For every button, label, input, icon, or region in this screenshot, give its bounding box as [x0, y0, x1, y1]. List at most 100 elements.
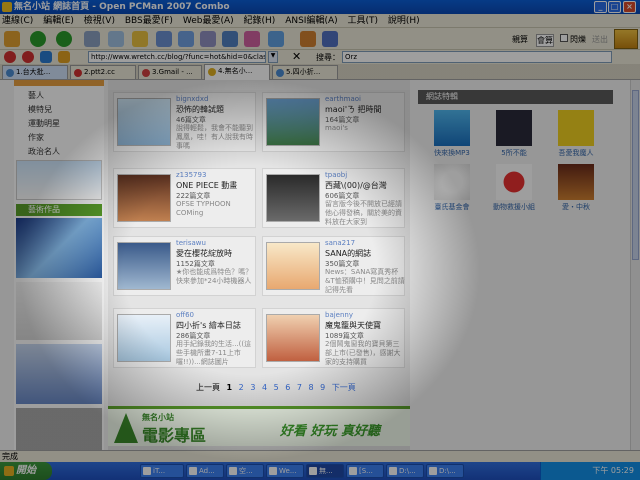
page-link[interactable]: 4	[262, 383, 267, 392]
blog-thumbnail[interactable]	[117, 242, 171, 290]
featured-label[interactable]: 臺氏基金會	[422, 202, 482, 212]
blink-checkbox[interactable]	[560, 34, 568, 42]
category-link[interactable]: 作家	[28, 132, 44, 143]
favorites-icon[interactable]	[222, 31, 238, 47]
back-icon[interactable]	[30, 31, 46, 47]
tool-icon[interactable]	[322, 31, 338, 47]
featured-label[interactable]: 5所不能	[484, 148, 544, 158]
screen-icon[interactable]	[200, 31, 216, 47]
art-thumbnail-4[interactable]	[16, 408, 102, 450]
featured-item[interactable]: 吾愛我魔人	[546, 110, 606, 158]
vertical-scrollbar[interactable]	[630, 80, 640, 450]
featured-label[interactable]: 愛・中秋	[546, 202, 606, 212]
taskbar-item[interactable]: 無...	[306, 464, 344, 478]
blog-title[interactable]: maoi'ㄋ 把時間	[325, 104, 382, 115]
blog-thumbnail[interactable]	[266, 242, 320, 290]
menu-tools[interactable]: 工具(T)	[348, 16, 379, 26]
scrollbar-thumb[interactable]	[632, 90, 639, 260]
featured-item[interactable]: 5所不能	[484, 110, 544, 158]
category-link[interactable]: 模特兒	[28, 104, 52, 115]
page-link[interactable]: 2	[239, 383, 244, 392]
close-url-icon[interactable]: ✕	[292, 50, 301, 63]
settings-icon[interactable]	[268, 31, 284, 47]
connect-icon[interactable]	[4, 31, 20, 47]
featured-label[interactable]: 快來換MP3	[422, 148, 482, 158]
url-dropdown-icon[interactable]: ▼	[268, 51, 278, 63]
page-link[interactable]: 6	[285, 383, 290, 392]
page-link[interactable]: 9	[320, 383, 325, 392]
blog-card[interactable]: sana217 SANA的網誌 350篇文章 News：SANA寫真秀杯&T恤預…	[262, 236, 405, 296]
blog-user[interactable]: terisawu	[176, 239, 206, 247]
menu-connect[interactable]: 連線(C)	[2, 16, 33, 26]
art-banner-image[interactable]	[16, 160, 102, 200]
menu-edit[interactable]: 編輯(E)	[43, 16, 74, 26]
blog-thumbnail[interactable]	[117, 174, 171, 222]
category-link[interactable]: 運動明星	[28, 118, 60, 129]
next-page-link[interactable]: 下一頁	[332, 383, 356, 392]
featured-item[interactable]: 快來換MP3	[422, 110, 482, 158]
blog-thumbnail[interactable]	[266, 174, 320, 222]
blog-thumbnail[interactable]	[266, 98, 320, 146]
forward-icon[interactable]	[56, 31, 72, 47]
page-link[interactable]: 5	[274, 383, 279, 392]
taskbar-item[interactable]: Ad...	[186, 464, 224, 478]
art-thumbnail-1[interactable]	[16, 218, 102, 278]
blog-card[interactable]: earthmaoi maoi'ㄋ 把時間 164篇文章 maoi's	[262, 92, 405, 152]
blog-title[interactable]: 四小折's 繪本日誌	[176, 320, 241, 331]
blog-user[interactable]: off60	[176, 311, 194, 319]
page-link[interactable]: 3	[250, 383, 255, 392]
go-arrow-icon[interactable]	[614, 29, 638, 49]
blog-thumbnail[interactable]	[117, 98, 171, 146]
featured-label[interactable]: 吾愛我魔人	[546, 148, 606, 158]
art-thumbnail-3[interactable]	[16, 344, 102, 404]
copy-icon[interactable]	[156, 31, 172, 47]
tab-1[interactable]: 1.台大批...	[2, 65, 68, 79]
featured-item[interactable]: 動物救援小組	[484, 164, 544, 212]
blog-title[interactable]: 魔鬼籠與天使寶	[325, 320, 381, 331]
home-icon[interactable]	[132, 31, 148, 47]
blog-user[interactable]: sana217	[325, 239, 355, 247]
star-icon[interactable]	[58, 51, 70, 63]
toolbar-label-1[interactable]: 親算	[512, 34, 528, 45]
blog-title[interactable]: 愛在櫻花綻放時	[176, 248, 232, 259]
blog-card[interactable]: z135793 ONE PIECE 動畫 222篇文章 OFSE TYPHOON…	[113, 168, 256, 228]
blog-card[interactable]: bignxdxd 恐怖的韓試題 46篇文章 說得輕鬆，我會不能聽到鳳凰，哇！有人…	[113, 92, 256, 152]
menu-view[interactable]: 檢視(V)	[84, 16, 115, 26]
search-input[interactable]: Orz	[342, 51, 612, 63]
tab-2[interactable]: 2.ptt2.cc	[70, 65, 136, 79]
featured-label[interactable]: 動物救援小組	[484, 202, 544, 212]
taskbar-item[interactable]: iT...	[140, 464, 184, 478]
blog-user[interactable]: bignxdxd	[176, 95, 208, 103]
blog-title[interactable]: 恐怖的韓試題	[176, 104, 224, 115]
blog-user[interactable]: bajenny	[325, 311, 353, 319]
page-link[interactable]: 8	[309, 383, 314, 392]
maximize-button[interactable]: □	[608, 1, 621, 13]
url-input[interactable]: http://www.wretch.cc/blog/?func=hot&hid=…	[88, 51, 266, 63]
refresh-icon[interactable]	[108, 31, 124, 47]
blog-title[interactable]: 西藏\(00)/@台灣	[325, 180, 387, 191]
blog-card[interactable]: off60 四小折's 繪本日誌 286篇文章 用手紀錄我的生活...((這些手…	[113, 308, 256, 368]
clock[interactable]: 下午 05:29	[592, 466, 634, 475]
page-link[interactable]: 7	[297, 383, 302, 392]
featured-item[interactable]: 臺氏基金會	[422, 164, 482, 212]
tab-4[interactable]: 4.無名小...	[204, 64, 270, 80]
art-thumbnail-2[interactable]	[16, 282, 102, 340]
blog-card[interactable]: terisawu 愛在櫻花綻放時 1152篇文章 ★你也能成爲特色？嗎？快來參加…	[113, 236, 256, 296]
stop-sign-icon[interactable]	[22, 51, 34, 63]
menu-ansi-edit[interactable]: ANSI編輯(A)	[285, 16, 337, 26]
taskbar-item[interactable]: D:\...	[426, 464, 464, 478]
globe-icon[interactable]	[40, 51, 52, 63]
close-button[interactable]: ×	[623, 1, 636, 13]
bbs-icon[interactable]	[4, 51, 16, 63]
tab-5[interactable]: 5.四小折...	[272, 65, 338, 79]
movie-banner[interactable]: 無名小站 電影專區 好看 好玩 真好聽	[108, 406, 410, 446]
blog-user[interactable]: tpaobj	[325, 171, 347, 179]
toolbar-label-2[interactable]: 會算	[536, 34, 554, 47]
blog-user[interactable]: earthmaoi	[325, 95, 361, 103]
minimize-button[interactable]: _	[594, 1, 607, 13]
paste-icon[interactable]	[178, 31, 194, 47]
taskbar-item[interactable]: We...	[266, 464, 304, 478]
menu-history[interactable]: 紀錄(H)	[244, 16, 276, 26]
tab-3[interactable]: 3.Gmail - ...	[138, 65, 202, 79]
ansi-icon[interactable]	[244, 31, 260, 47]
